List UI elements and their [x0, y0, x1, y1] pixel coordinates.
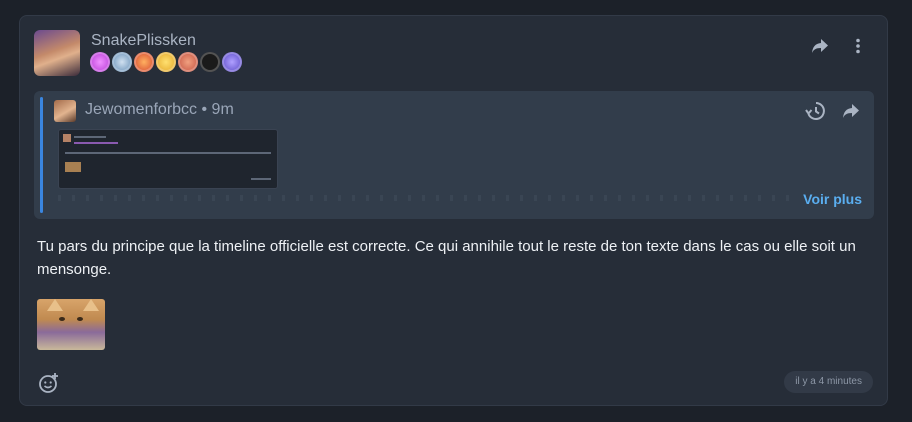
faded-text-preview [58, 195, 798, 201]
quote-actions [804, 100, 862, 122]
post-body: Tu pars du principe que la timeline offi… [37, 238, 856, 278]
mask-badge-icon[interactable] [178, 52, 198, 72]
mini-line [74, 142, 118, 144]
avatar[interactable] [34, 30, 80, 76]
username[interactable]: SnakePlissken [91, 32, 196, 50]
history-icon[interactable] [804, 100, 826, 122]
more-vertical-icon[interactable] [847, 35, 869, 57]
fire-badge-icon[interactable] [134, 52, 154, 72]
quote-author-line: Jewomenforbcc • 9m [85, 101, 234, 119]
timestamp-badge: il y a 4 minutes [784, 371, 873, 393]
sticker-ear [83, 299, 99, 311]
quote-avatar[interactable] [54, 100, 76, 122]
post-actions [809, 35, 869, 57]
cat-reading-sticker[interactable] [37, 299, 105, 350]
quote-accent-bar [40, 97, 43, 213]
moon-badge-icon[interactable] [222, 52, 242, 72]
sticker-ear [47, 299, 63, 311]
share-icon[interactable] [840, 100, 862, 122]
mini-avatar [63, 134, 71, 142]
see-more-link[interactable]: Voir plus [803, 191, 862, 207]
post-card: SnakePlissken Jewomenforbcc • 9m Voir pl… [19, 15, 888, 406]
mini-line [65, 152, 271, 154]
sticker-eye [59, 317, 65, 321]
mini-line [251, 178, 271, 180]
quoted-screenshot-image[interactable] [58, 129, 278, 189]
sticker-eye [77, 317, 83, 321]
share-icon[interactable] [809, 35, 831, 57]
quote-author[interactable]: Jewomenforbcc [85, 101, 197, 118]
badge-row [90, 52, 242, 72]
mini-line [74, 136, 106, 138]
mini-thumbnail [65, 162, 81, 172]
add-reaction-icon[interactable] [38, 372, 60, 394]
quote-separator: • [201, 101, 212, 118]
zero-tout-badge-icon[interactable] [200, 52, 220, 72]
figure-badge-icon[interactable] [112, 52, 132, 72]
quoted-post[interactable]: Jewomenforbcc • 9m Voir plus [34, 91, 874, 219]
smiley-badge-icon[interactable] [156, 52, 176, 72]
quote-age: 9m [211, 101, 234, 118]
swirl-badge-icon[interactable] [90, 52, 110, 72]
